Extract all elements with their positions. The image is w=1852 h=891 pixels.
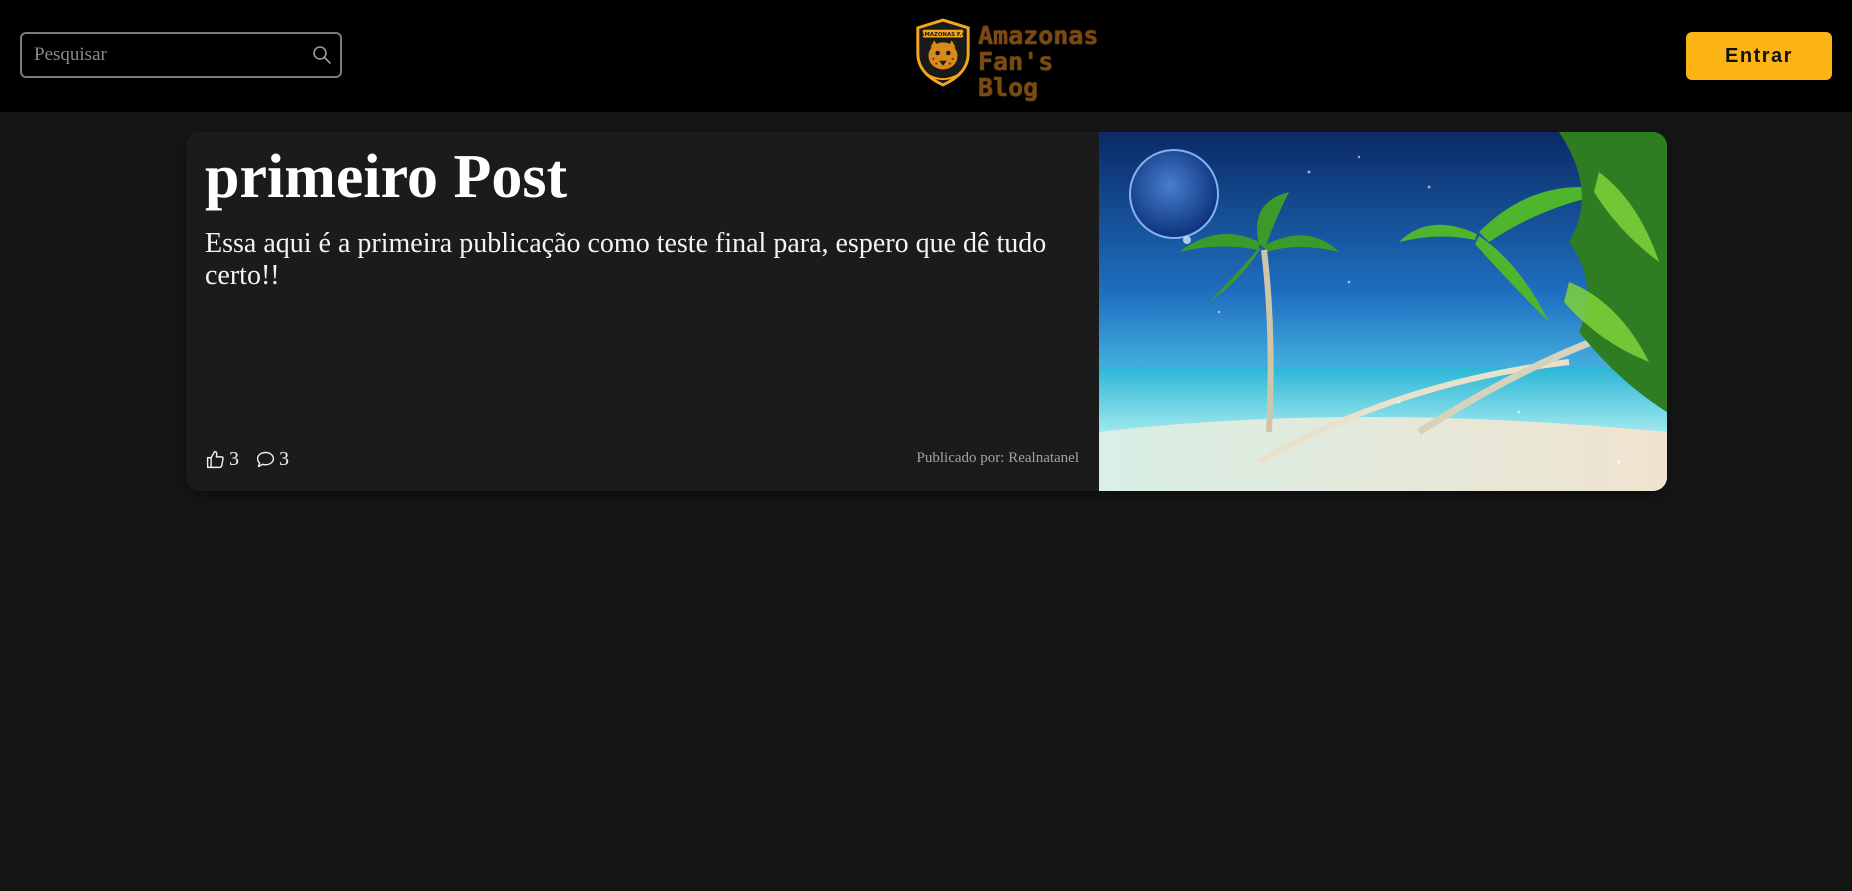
login-button[interactable]: Entrar bbox=[1686, 32, 1832, 80]
like-button[interactable]: 3 bbox=[205, 448, 239, 471]
post-title[interactable]: primeiro Post bbox=[205, 140, 567, 214]
post-author: Publicado por: Realnatanel bbox=[916, 450, 1079, 466]
comment-count: 3 bbox=[279, 447, 289, 470]
site-logo[interactable]: AMAZONAS F.C Amazonas Fan's Blog bbox=[912, 17, 1122, 101]
logo-line-1: Amazonas bbox=[978, 21, 1099, 50]
comment-button[interactable]: 3 bbox=[255, 448, 289, 471]
jaguar-logo-icon: AMAZONAS F.C bbox=[916, 18, 970, 87]
post-image bbox=[1099, 132, 1667, 491]
logo-badge-text: AMAZONAS F.C bbox=[920, 32, 966, 38]
post-excerpt: Essa aqui é a primeira publicação como t… bbox=[205, 228, 1047, 291]
top-navigation-bar: AMAZONAS F.C Amazonas Fan's Blog Entrar bbox=[0, 0, 1852, 112]
search-input[interactable] bbox=[22, 34, 302, 76]
search-box[interactable] bbox=[20, 32, 342, 78]
thumbs-up-icon bbox=[206, 450, 224, 468]
search-icon[interactable] bbox=[312, 45, 332, 65]
post-reactions: 3 3 bbox=[205, 446, 305, 472]
post-card[interactable]: primeiro Post Essa aqui é a primeira pub… bbox=[186, 132, 1667, 491]
logo-wordmark: Amazonas Fan's Blog bbox=[978, 23, 1128, 101]
logo-line-2: Fan's Blog bbox=[978, 47, 1054, 102]
comment-icon bbox=[256, 451, 275, 467]
like-count: 3 bbox=[229, 447, 239, 470]
